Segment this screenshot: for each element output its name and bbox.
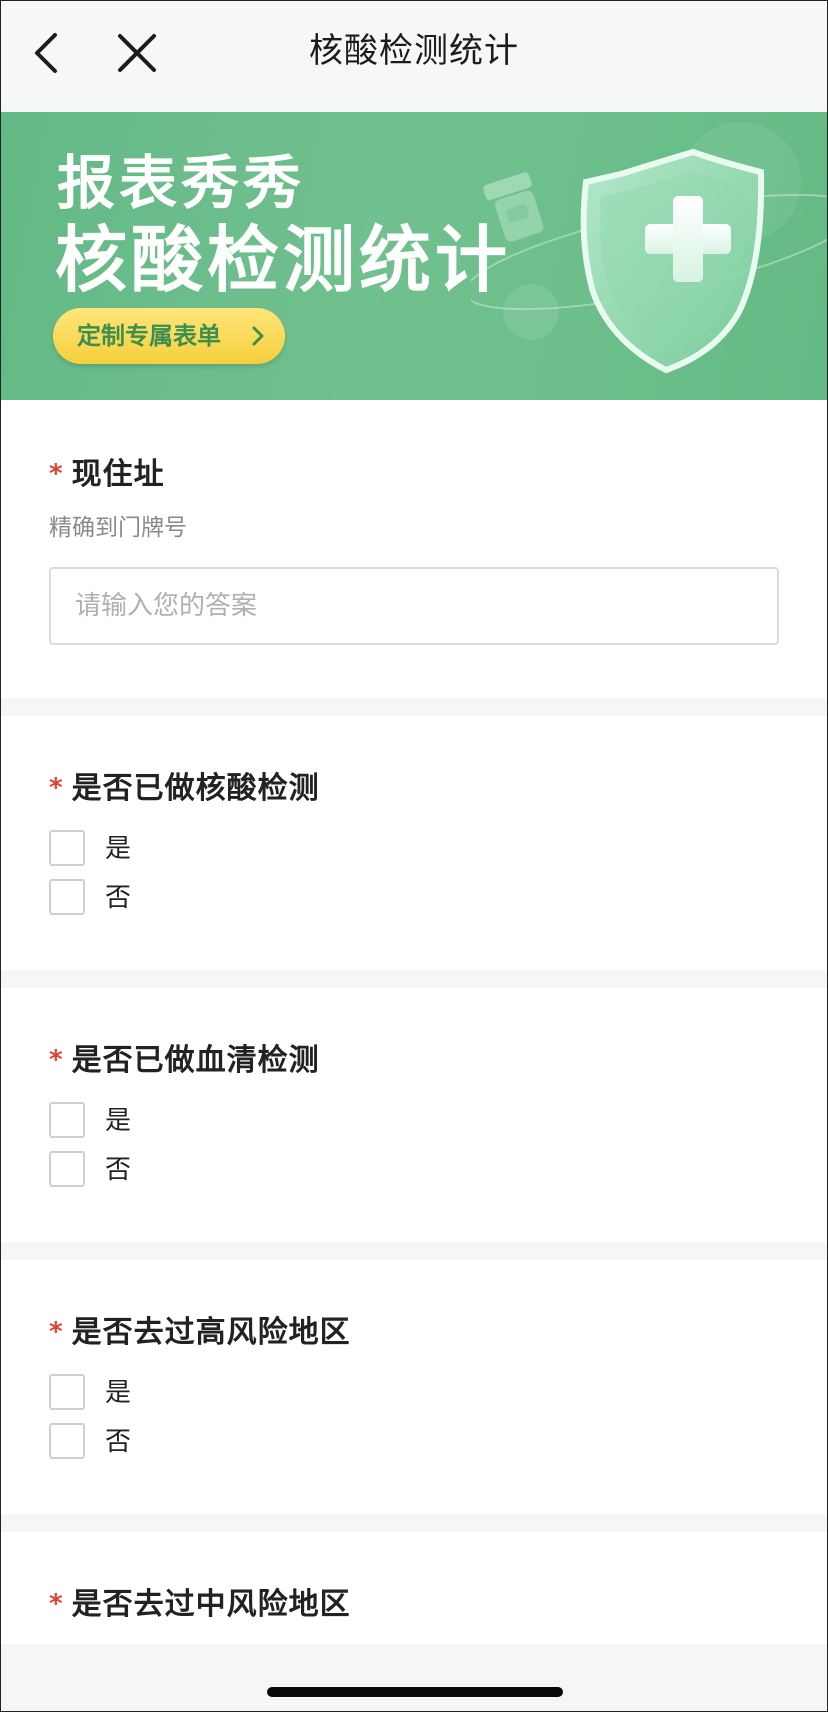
question-label: 是否去过中风险地区 bbox=[71, 1587, 351, 1622]
question-card-nucleic-test: * 是否已做核酸检测 是 否 bbox=[1, 716, 827, 970]
option-no[interactable]: 否 bbox=[49, 1423, 349, 1463]
checkbox[interactable] bbox=[49, 1102, 85, 1138]
checkbox[interactable] bbox=[49, 879, 85, 915]
required-mark: * bbox=[49, 1589, 64, 1619]
question-title: * 是否去过高风险地区 bbox=[49, 1312, 351, 1353]
question-label: 是否已做核酸检测 bbox=[71, 771, 320, 806]
address-input[interactable] bbox=[49, 567, 779, 645]
question-card-high-risk: * 是否去过高风险地区 是 否 bbox=[1, 1260, 827, 1514]
checkbox[interactable] bbox=[49, 1374, 85, 1410]
nav-bar: 核酸检测统计 bbox=[1, 1, 827, 105]
option-label: 否 bbox=[105, 1155, 132, 1185]
required-mark: * bbox=[49, 1045, 64, 1075]
question-label: 是否去过高风险地区 bbox=[71, 1315, 351, 1350]
question-label: 是否已做血清检测 bbox=[71, 1043, 320, 1078]
question-hint: 精确到门牌号 bbox=[49, 515, 187, 541]
address-question-card: * 现住址 精确到门牌号 bbox=[1, 400, 827, 698]
page-title: 核酸检测统计 bbox=[309, 31, 519, 71]
option-label: 否 bbox=[105, 1427, 132, 1457]
banner-headline: 核酸检测统计 bbox=[55, 218, 512, 302]
question-title: * 是否已做血清检测 bbox=[49, 1040, 320, 1081]
question-label: 现住址 bbox=[71, 457, 165, 492]
app-frame: 核酸检测统计 报表秀秀 核酸检测统计 定制专属表单 * 现住址 精确到门牌号 请… bbox=[0, 0, 828, 1712]
question-card-serum-test: * 是否已做血清检测 是 否 bbox=[1, 988, 827, 1242]
required-mark: * bbox=[49, 1317, 64, 1347]
banner-brand-text: 报表秀秀 bbox=[57, 149, 306, 217]
custom-form-button[interactable]: 定制专属表单 bbox=[53, 308, 285, 364]
option-yes[interactable]: 是 bbox=[49, 830, 349, 870]
checkbox[interactable] bbox=[49, 830, 85, 866]
question-title: * 是否去过中风险地区 bbox=[49, 1584, 351, 1625]
question-card-medium-risk: * 是否去过中风险地区 bbox=[1, 1532, 827, 1644]
option-no[interactable]: 否 bbox=[49, 879, 349, 919]
option-no[interactable]: 否 bbox=[49, 1151, 349, 1191]
required-mark: * bbox=[49, 459, 64, 489]
required-mark: * bbox=[49, 773, 64, 803]
option-yes[interactable]: 是 bbox=[49, 1374, 349, 1414]
question-title: * 是否已做核酸检测 bbox=[49, 768, 320, 809]
shield-cross-illustration bbox=[471, 122, 827, 374]
option-yes[interactable]: 是 bbox=[49, 1102, 349, 1142]
option-label: 是 bbox=[105, 1106, 132, 1136]
checkbox[interactable] bbox=[49, 1423, 85, 1459]
checkbox[interactable] bbox=[49, 1151, 85, 1187]
home-indicator[interactable] bbox=[267, 1687, 563, 1697]
option-label: 是 bbox=[105, 1378, 132, 1408]
question-title: * 现住址 bbox=[49, 454, 165, 495]
option-label: 是 bbox=[105, 834, 132, 864]
chevron-right-icon bbox=[252, 326, 264, 346]
option-label: 否 bbox=[105, 883, 132, 913]
promo-banner[interactable]: 报表秀秀 核酸检测统计 定制专属表单 bbox=[1, 112, 827, 400]
custom-form-button-label: 定制专属表单 bbox=[77, 322, 221, 350]
